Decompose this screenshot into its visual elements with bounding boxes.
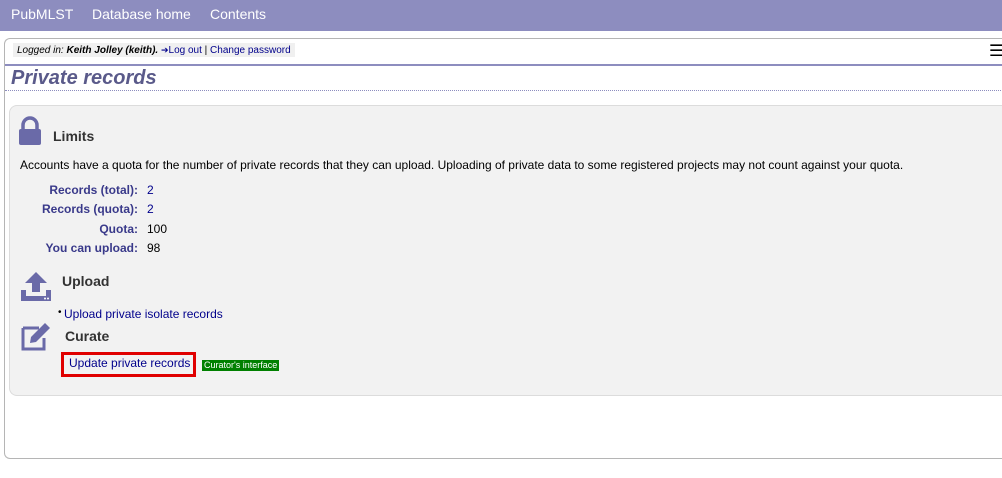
limits-description: Accounts have a quota for the number of … (20, 158, 904, 172)
logout-icon: ➔ (160, 45, 169, 55)
nav-pubmlst-link[interactable]: PubMLST (11, 6, 73, 22)
upload-private-isolate-records-link[interactable]: Upload private isolate records (64, 307, 223, 321)
top-navigation-bar: PubMLST Database home Contents (0, 0, 1002, 31)
limits-row-can-upload: You can upload: 98 (10, 241, 310, 257)
update-private-records-link[interactable]: Update private records (69, 356, 190, 370)
upload-heading: Upload (62, 273, 110, 289)
curate-heading: Curate (65, 328, 110, 344)
can-upload-label: You can upload: (45, 241, 138, 255)
records-quota-label: Records (quota): (42, 202, 138, 216)
lock-icon (19, 116, 41, 145)
login-separator: | (201, 45, 211, 56)
edit-icon (21, 323, 50, 351)
hamburger-menu-icon[interactable]: ☰ (989, 41, 1002, 61)
login-user: Keith Jolley (keith). (66, 45, 159, 56)
title-divider (5, 90, 1002, 91)
login-status-bar: Logged in: Keith Jolley (keith). ➔Log ou… (13, 43, 295, 57)
upload-link-item: Upload private isolate records (64, 307, 223, 321)
main-content-panel: Logged in: Keith Jolley (keith). ➔Log ou… (4, 38, 1002, 459)
limits-row-total: Records (total): 2 (10, 183, 310, 199)
quota-value: 100 (147, 222, 168, 236)
nav-database-home-link[interactable]: Database home (92, 6, 191, 22)
records-total-value[interactable]: 2 (147, 183, 154, 197)
can-upload-value: 98 (147, 241, 161, 255)
upload-bullet: • (58, 307, 62, 318)
limits-row-quota-count: Records (quota): 2 (10, 202, 310, 218)
private-records-box: Limits Accounts have a quota for the num… (9, 105, 1002, 396)
records-quota-value[interactable]: 2 (147, 202, 154, 216)
limits-row-quota: Quota: 100 (10, 222, 310, 238)
limits-heading: Limits (53, 128, 95, 144)
logout-link[interactable]: Log out (169, 45, 202, 56)
upload-icon (21, 272, 51, 301)
curators-interface-badge: Curator's interface (202, 360, 280, 371)
quota-label: Quota: (99, 222, 138, 236)
page-title: Private records (11, 67, 157, 89)
records-total-label: Records (total): (49, 183, 138, 197)
change-password-link[interactable]: Change password (210, 45, 291, 56)
login-prefix: Logged in: (17, 45, 67, 56)
nav-contents-link[interactable]: Contents (210, 6, 266, 22)
